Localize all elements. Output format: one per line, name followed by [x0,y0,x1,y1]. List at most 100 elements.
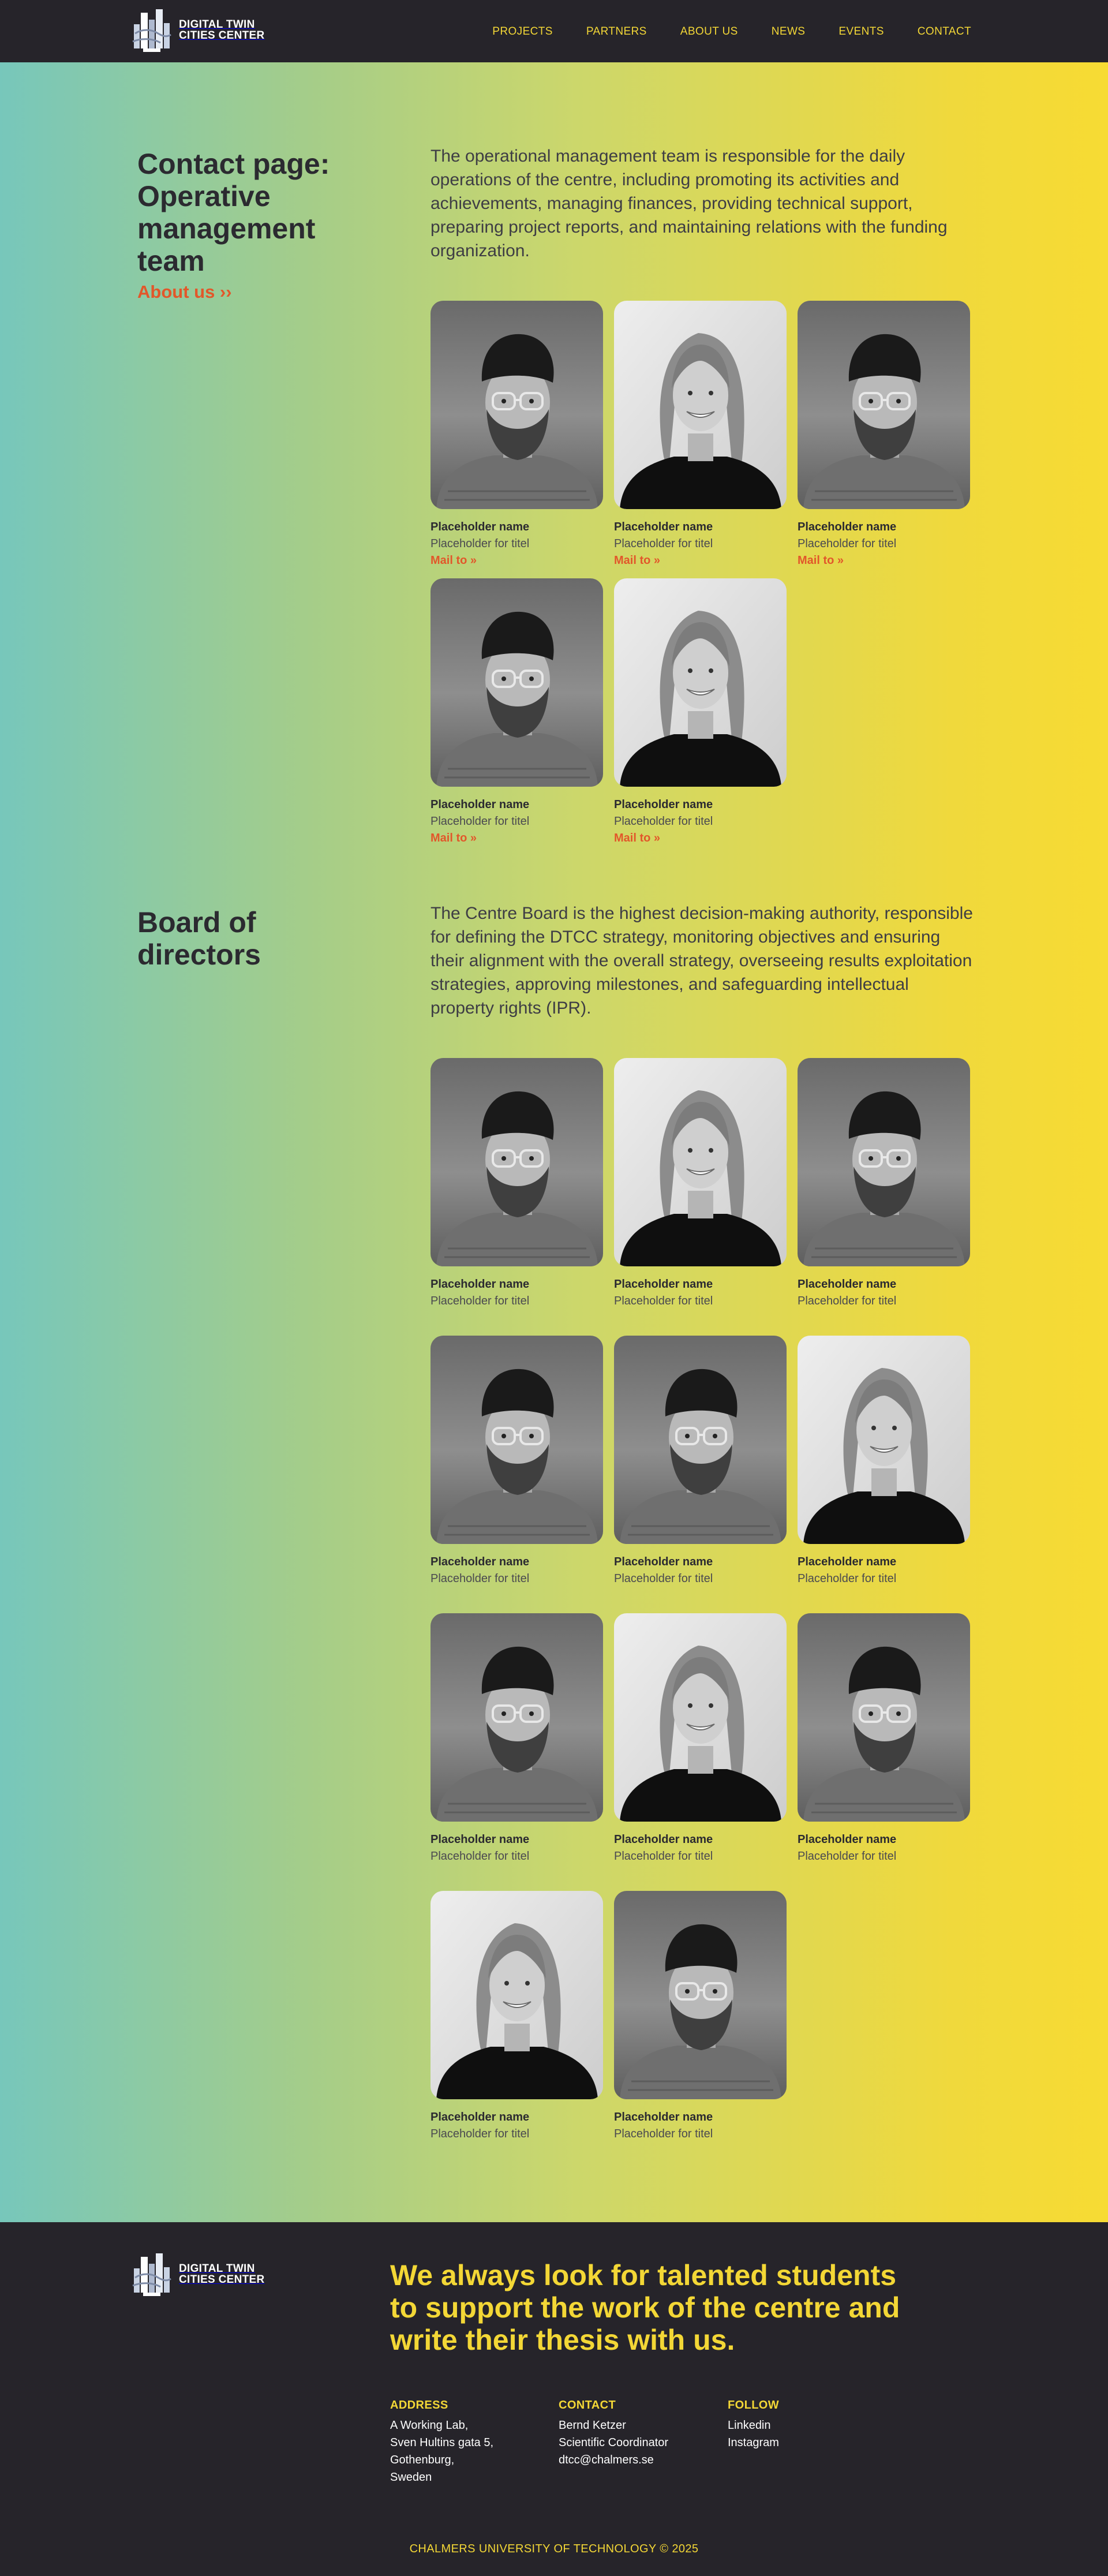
portrait-photo [798,1336,970,1544]
footer-follow: FOLLOW Linkedin Instagram [728,2399,889,2451]
about-us-link[interactable]: About us ›› [137,282,232,302]
portrait-photo [431,1891,603,2099]
portrait-photo [798,1058,970,1266]
copyright: CHALMERS UNIVERSITY OF TECHNOLOGY © 2025 [409,2543,699,2555]
person-card: Placeholder name Placeholder for titel Mai… [431,301,603,567]
instagram-link[interactable]: Instagram [728,2434,889,2451]
footer-contact: CONTACT Bernd Ketzer Scientific Coordina… [559,2399,720,2469]
mail-to-link[interactable]: Mail to » [798,554,844,567]
footer-contact-heading: CONTACT [559,2399,616,2412]
logo-mark-icon [132,2251,172,2297]
person-name: Placeholder name [798,521,897,533]
person-title: Placeholder for titel [431,537,530,550]
person-title: Placeholder for titel [614,1572,713,1585]
site-footer: DIGITAL TWIN CITIES CENTER We always loo… [0,2222,1108,2576]
person-name: Placeholder name [431,521,530,533]
portrait-photo [614,1336,787,1544]
footer-follow-heading: FOLLOW [728,2399,780,2412]
person-name: Placeholder name [614,1278,713,1291]
person-card: Placeholder name Placeholder for titel [614,1336,787,1586]
person-name: Placeholder name [431,1278,530,1291]
person-card: Placeholder name Placeholder for titel Mai… [614,301,787,567]
portrait-photo [614,1058,787,1266]
portrait-photo [798,1613,970,1822]
nav-events[interactable]: EVENTS [839,25,884,38]
person-title: Placeholder for titel [798,1850,897,1863]
person-name: Placeholder name [431,1556,530,1568]
person-title: Placeholder for titel [614,2128,713,2140]
footer-address: ADDRESS A Working Lab, Sven Hultins gata… [390,2399,552,2486]
person-card: Placeholder name Placeholder for titel [431,1058,603,1308]
mail-to-link[interactable]: Mail to » [431,554,477,567]
portrait-photo [614,1891,787,2099]
address-line: Gothenburg, [390,2454,455,2466]
person-card: Placeholder name Placeholder for titel Mai… [431,578,603,845]
person-name: Placeholder name [798,1278,897,1291]
person-name: Placeholder name [431,798,530,811]
address-line: A Working Lab, [390,2419,469,2432]
site-header: DIGITAL TWIN CITIES CENTER PROJECTS PART… [0,0,1108,62]
person-title: Placeholder for titel [431,815,530,828]
portrait-photo [431,1613,603,1822]
person-card: Placeholder name Placeholder for titel [798,1613,970,1863]
person-name: Placeholder name [798,1556,897,1568]
portrait-photo [431,1058,603,1266]
person-title: Placeholder for titel [798,1295,897,1307]
portrait-photo [431,1336,603,1544]
person-card: Placeholder name Placeholder for titel [614,1058,787,1308]
person-title: Placeholder for titel [431,1572,530,1585]
contact-email-link[interactable]: dtcc@chalmers.se [559,2451,720,2469]
person-title: Placeholder for titel [431,2128,530,2140]
person-name: Placeholder name [431,2111,530,2123]
linkedin-link[interactable]: Linkedin [728,2417,889,2434]
mail-to-link[interactable]: Mail to » [614,831,660,845]
mail-to-link[interactable]: Mail to » [614,554,660,567]
portrait-photo [798,301,970,509]
nav-news[interactable]: NEWS [772,25,806,38]
footer-address-heading: ADDRESS [390,2399,448,2412]
portrait-photo [431,578,603,787]
person-title: Placeholder for titel [614,1295,713,1307]
person-card: Placeholder name Placeholder for titel [431,1336,603,1586]
person-card: Placeholder name Placeholder for titel [614,1891,787,2141]
logo-line-2: CITIES CENTER [179,29,265,42]
logo-mark-icon [132,7,172,53]
operative-heading: Contact page: Operative management team [137,148,330,277]
contact-name: Bernd Ketzer [559,2419,626,2432]
person-name: Placeholder name [614,1556,713,1568]
person-title: Placeholder for titel [431,1295,530,1307]
main-nav: PROJECTS PARTNERS ABOUT US NEWS EVENTS C… [492,25,971,38]
person-name: Placeholder name [614,798,713,811]
contact-role: Scientific Coordinator [559,2436,669,2449]
nav-partners[interactable]: PARTNERS [586,25,647,38]
board-intro: The Centre Board is the highest decision… [431,904,973,1018]
footer-logo[interactable]: DIGITAL TWIN CITIES CENTER [132,2251,265,2297]
person-name: Placeholder name [614,1833,713,1846]
person-card: Placeholder name Placeholder for titel [431,1891,603,2141]
site-logo[interactable]: DIGITAL TWIN CITIES CENTER [132,7,265,53]
address-line: Sven Hultins gata 5, [390,2436,493,2449]
person-title: Placeholder for titel [798,537,897,550]
person-card: Placeholder name Placeholder for titel Mai… [798,301,970,567]
address-line: Sweden [390,2471,432,2484]
operative-intro: The operational management team is respo… [431,147,948,260]
nav-contact[interactable]: CONTACT [918,25,971,38]
logo-wordmark: DIGITAL TWIN CITIES CENTER [179,19,265,41]
portrait-photo [614,301,787,509]
person-card: Placeholder name Placeholder for titel [431,1613,603,1863]
footer-slogan: We always look for talented students to … [390,2259,900,2356]
person-card: Placeholder name Placeholder for titel [798,1336,970,1586]
person-title: Placeholder for titel [614,537,713,550]
portrait-photo [614,578,787,787]
person-name: Placeholder name [614,2111,713,2123]
board-heading: Board of directors [137,906,261,971]
logo-line-1: DIGITAL TWIN [179,18,255,31]
mail-to-link[interactable]: Mail to » [431,831,477,845]
main-content: Contact page: Operative management team … [0,62,1108,2222]
portrait-photo [431,301,603,509]
person-title: Placeholder for titel [614,1850,713,1863]
person-card: Placeholder name Placeholder for titel [614,1613,787,1863]
nav-projects[interactable]: PROJECTS [492,25,553,38]
person-title: Placeholder for titel [798,1572,897,1585]
nav-about-us[interactable]: ABOUT US [680,25,738,38]
